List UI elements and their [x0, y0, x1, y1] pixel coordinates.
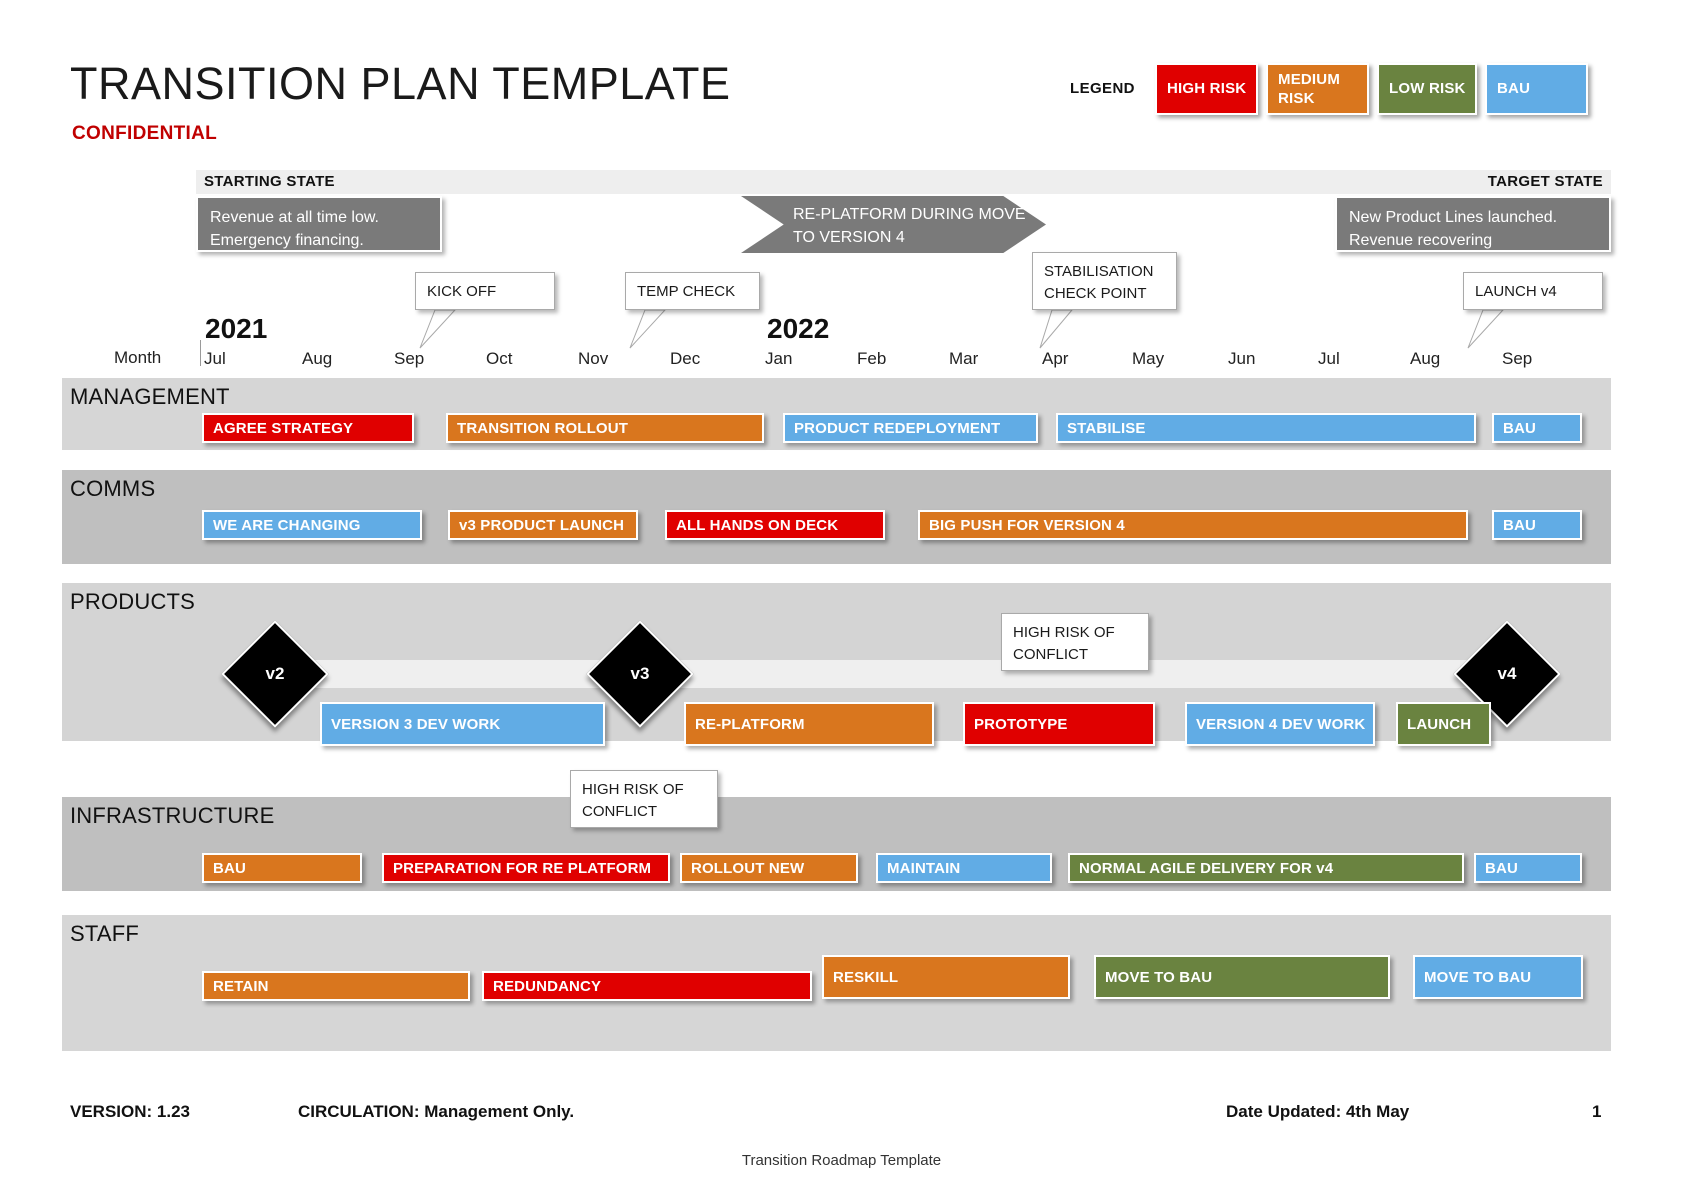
footer-page-number: 1: [1592, 1102, 1602, 1121]
bar-all-hands-on-deck[interactable]: ALL HANDS ON DECK: [665, 510, 885, 540]
swimlane-title-products: PRODUCTS: [70, 589, 196, 614]
month-tick-dec-2021: Dec: [670, 349, 701, 368]
year-2022: 2022: [767, 313, 830, 344]
bar-move-to-bau-bau[interactable]: MOVE TO BAU: [1413, 955, 1583, 999]
bar-stabilise[interactable]: STABILISE: [1056, 413, 1476, 443]
month-tick-jul-2022: Jul: [1318, 349, 1340, 368]
swimlane-title-infrastructure: INFRASTRUCTURE: [70, 803, 275, 828]
bar-move-to-bau-low[interactable]: MOVE TO BAU: [1094, 955, 1390, 999]
products-timeline-track: [300, 660, 1520, 688]
milestone-v4-label: v4: [1497, 664, 1517, 683]
bar-reskill[interactable]: RESKILL: [822, 955, 1070, 999]
callout-stabilisation: STABILISATION CHECK POINT: [1032, 252, 1177, 310]
bar-redundancy[interactable]: REDUNDANCY: [482, 971, 812, 1001]
month-tick-apr-2022: Apr: [1042, 349, 1069, 368]
bar-product-redeployment[interactable]: PRODUCT REDEPLOYMENT: [783, 413, 1038, 443]
bar-management-bau[interactable]: BAU: [1492, 413, 1582, 443]
bar-prototype[interactable]: PROTOTYPE: [963, 702, 1155, 746]
footer-subtitle: Transition Roadmap Template: [741, 1152, 942, 1169]
swimlane-title-staff: STAFF: [70, 921, 140, 946]
milestone-v3-label: v3: [630, 664, 650, 683]
milestone-v2-label: v2: [265, 664, 285, 683]
month-tick-jun-2022: Jun: [1228, 349, 1256, 368]
bar-version-4-dev-work[interactable]: VERSION 4 DEV WORK: [1185, 702, 1375, 746]
month-tick-may-2022: May: [1132, 349, 1165, 368]
month-tick-aug-2022: Aug: [1410, 349, 1441, 368]
bar-re-platform[interactable]: RE-PLATFORM: [684, 702, 934, 746]
footer-version: VERSION: 1.23: [70, 1102, 190, 1121]
footer-date-updated: Date Updated: 4th May: [1226, 1102, 1410, 1121]
month-tick-aug-2021: Aug: [302, 349, 333, 368]
callout-high-risk-infrastructure: HIGH RISK OF CONFLICT: [570, 770, 718, 828]
bar-normal-agile-delivery-v4[interactable]: NORMAL AGILE DELIVERY FOR v4: [1068, 853, 1464, 883]
bar-maintain[interactable]: MAINTAIN: [876, 853, 1052, 883]
callout-high-risk-products: HIGH RISK OF CONFLICT: [1001, 613, 1149, 671]
callout-kick-off: KICK OFF: [415, 272, 555, 310]
swimlane-title-comms: COMMS: [70, 476, 156, 501]
month-tick-jul-2021: Jul: [204, 349, 226, 368]
footer-circulation: CIRCULATION: Management Only.: [298, 1102, 575, 1121]
bar-agree-strategy[interactable]: AGREE STRATEGY: [202, 413, 414, 443]
bar-infra-bau-start[interactable]: BAU: [202, 853, 362, 883]
year-2021: 2021: [205, 313, 268, 344]
callout-temp-check: TEMP CHECK: [625, 272, 760, 310]
month-tick-feb-2022: Feb: [857, 349, 887, 368]
transition-plan-slide: TRANSITION PLAN TEMPLATE CONFIDENTIAL LE…: [0, 0, 1683, 1190]
bar-infra-bau-end[interactable]: BAU: [1474, 853, 1582, 883]
swimlane-title-management: MANAGEMENT: [70, 384, 230, 409]
bar-transition-rollout[interactable]: TRANSITION ROLLOUT: [446, 413, 764, 443]
axis-divider: [200, 340, 201, 366]
month-tick-oct-2021: Oct: [486, 349, 513, 368]
bar-retain[interactable]: RETAIN: [202, 971, 470, 1001]
month-tick-sep-2021: Sep: [394, 349, 425, 368]
bar-rollout-new[interactable]: ROLLOUT NEW: [680, 853, 858, 883]
bar-version-3-dev-work[interactable]: VERSION 3 DEV WORK: [320, 702, 605, 746]
bar-big-push-version-4[interactable]: BIG PUSH FOR VERSION 4: [918, 510, 1468, 540]
bar-comms-bau[interactable]: BAU: [1492, 510, 1582, 540]
month-tick-sep-2022: Sep: [1502, 349, 1533, 368]
month-tick-mar-2022: Mar: [949, 349, 979, 368]
bar-preparation-re-platform[interactable]: PREPARATION FOR RE PLATFORM: [382, 853, 670, 883]
bar-we-are-changing[interactable]: WE ARE CHANGING: [202, 510, 422, 540]
month-axis-label: Month: [114, 348, 162, 367]
month-tick-nov-2021: Nov: [578, 349, 609, 368]
callout-launch-v4: LAUNCH v4: [1463, 272, 1603, 310]
bar-launch[interactable]: LAUNCH: [1396, 702, 1491, 746]
bar-v3-product-launch[interactable]: v3 PRODUCT LAUNCH: [448, 510, 638, 540]
month-tick-jan-2022: Jan: [765, 349, 793, 368]
